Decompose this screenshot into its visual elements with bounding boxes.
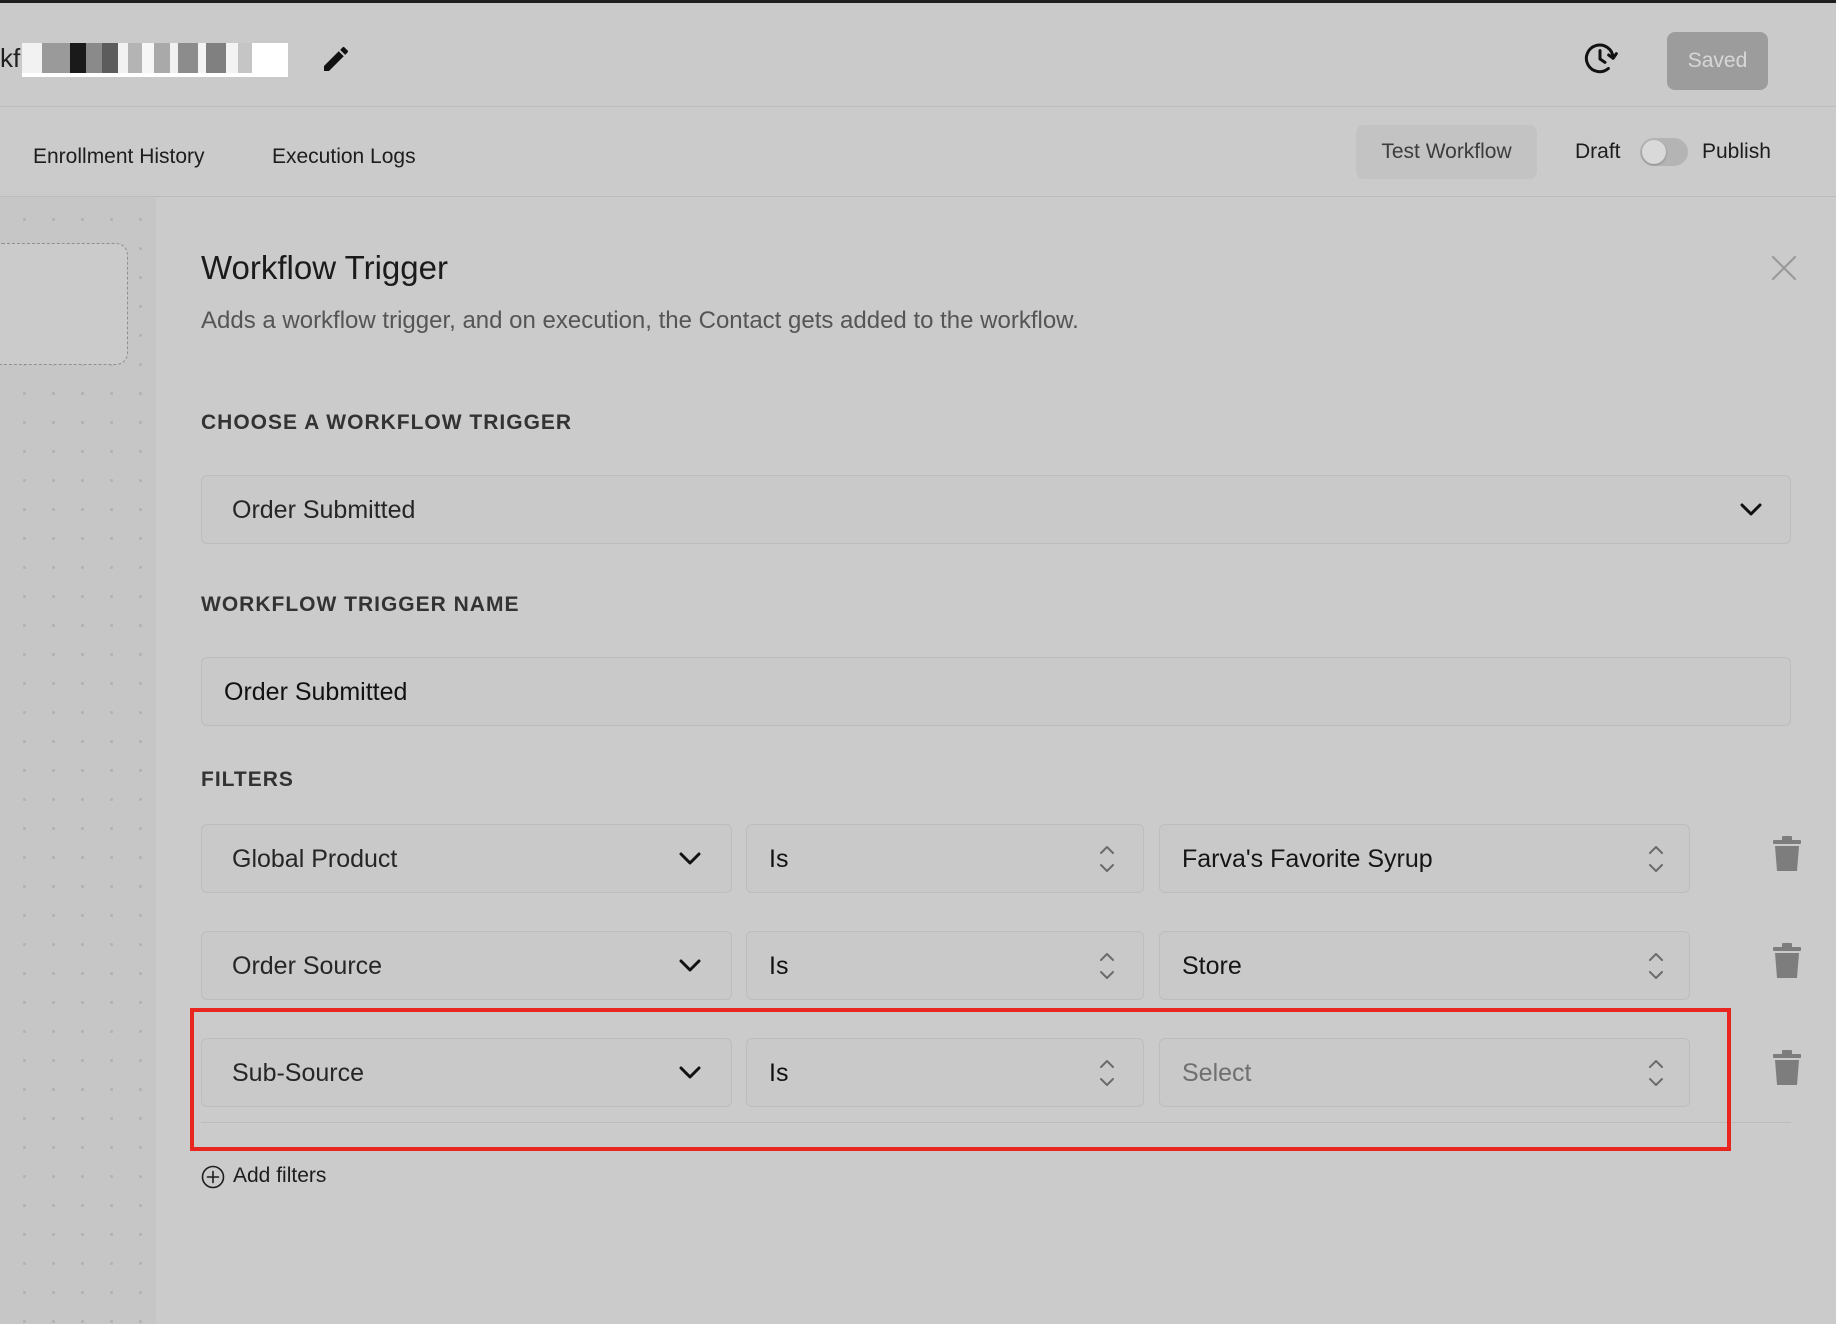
trash-icon[interactable] [1772,836,1802,872]
filter-field-value: Order Source [232,952,383,980]
close-icon[interactable] [1768,252,1800,284]
sort-updown-icon [1100,1060,1114,1086]
filter-field-select[interactable]: Sub-Source [201,1038,732,1107]
pencil-icon[interactable] [320,43,352,75]
history-icon[interactable] [1580,39,1620,79]
filter-value: Farva's Favorite Syrup [1182,845,1433,873]
filter-operator-value: Is [769,952,789,980]
filter-value: Store [1182,952,1242,980]
choose-trigger-label: CHOOSE A WORKFLOW TRIGGER [201,411,573,434]
trigger-select[interactable]: Order Submitted [201,475,1791,544]
workflow-canvas[interactable] [0,197,156,1324]
toggle-knob [1642,140,1666,164]
filter-value-select[interactable]: Farva's Favorite Syrup [1159,824,1690,893]
filter-operator-select[interactable]: Is [746,1038,1144,1107]
tab-execution-logs[interactable]: Execution Logs [272,145,416,169]
chevron-down-icon [679,959,701,972]
test-workflow-button[interactable]: Test Workflow [1356,125,1537,179]
trigger-name-value: Order Submitted [224,678,408,706]
plus-circle-icon [201,1165,225,1189]
trigger-name-input[interactable]: Order Submitted [201,657,1791,726]
filter-field-select[interactable]: Global Product [201,824,732,893]
publish-label: Publish [1702,140,1771,163]
sort-updown-icon [1649,1060,1663,1086]
trash-icon[interactable] [1772,943,1802,979]
publish-toggle[interactable] [1640,138,1688,166]
panel-title: Workflow Trigger [201,249,448,286]
filter-operator-select[interactable]: Is [746,931,1144,1000]
filter-value-select[interactable]: Store [1159,931,1690,1000]
tab-bar: Enrollment History Execution Logs Test W… [0,107,1836,197]
sort-updown-icon [1100,953,1114,979]
canvas-trigger-node[interactable] [0,243,128,365]
trigger-name-label: WORKFLOW TRIGGER NAME [201,593,520,616]
filter-row: Order Source Is Store [201,931,1801,1001]
filter-value-select[interactable]: Select [1159,1038,1690,1107]
chevron-down-icon [679,852,701,865]
filter-row: Global Product Is Farva's Favorite Syrup [201,824,1801,894]
filter-field-value: Sub-Source [232,1059,365,1087]
sort-updown-icon [1649,953,1663,979]
draft-label: Draft [1575,140,1621,163]
saved-button[interactable]: Saved [1667,32,1768,90]
tab-enrollment-history[interactable]: Enrollment History [33,145,205,169]
workflow-name-redacted [22,43,288,77]
row-divider [201,1122,1791,1123]
add-filters-label: Add filters [233,1164,327,1187]
chevron-down-icon [679,1066,701,1079]
filter-field-select[interactable]: Order Source [201,931,732,1000]
trigger-panel: Workflow Trigger Adds a workflow trigger… [156,197,1836,1324]
trigger-select-value: Order Submitted [232,496,416,524]
sort-updown-icon [1649,846,1663,872]
sort-updown-icon [1100,846,1114,872]
filter-row: Sub-Source Is Select [201,1038,1801,1108]
filter-operator-value: Is [769,845,789,873]
filter-field-value: Global Product [232,845,398,873]
chevron-down-icon [1740,503,1762,516]
filter-value-placeholder: Select [1182,1059,1252,1087]
panel-description: Adds a workflow trigger, and on executio… [201,307,1079,334]
filter-operator-value: Is [769,1059,789,1087]
workflow-name[interactable]: kf [0,43,20,74]
filter-operator-select[interactable]: Is [746,824,1144,893]
top-bar: kf Saved [0,0,1836,107]
trash-icon[interactable] [1772,1050,1802,1086]
filters-label: FILTERS [201,768,294,791]
